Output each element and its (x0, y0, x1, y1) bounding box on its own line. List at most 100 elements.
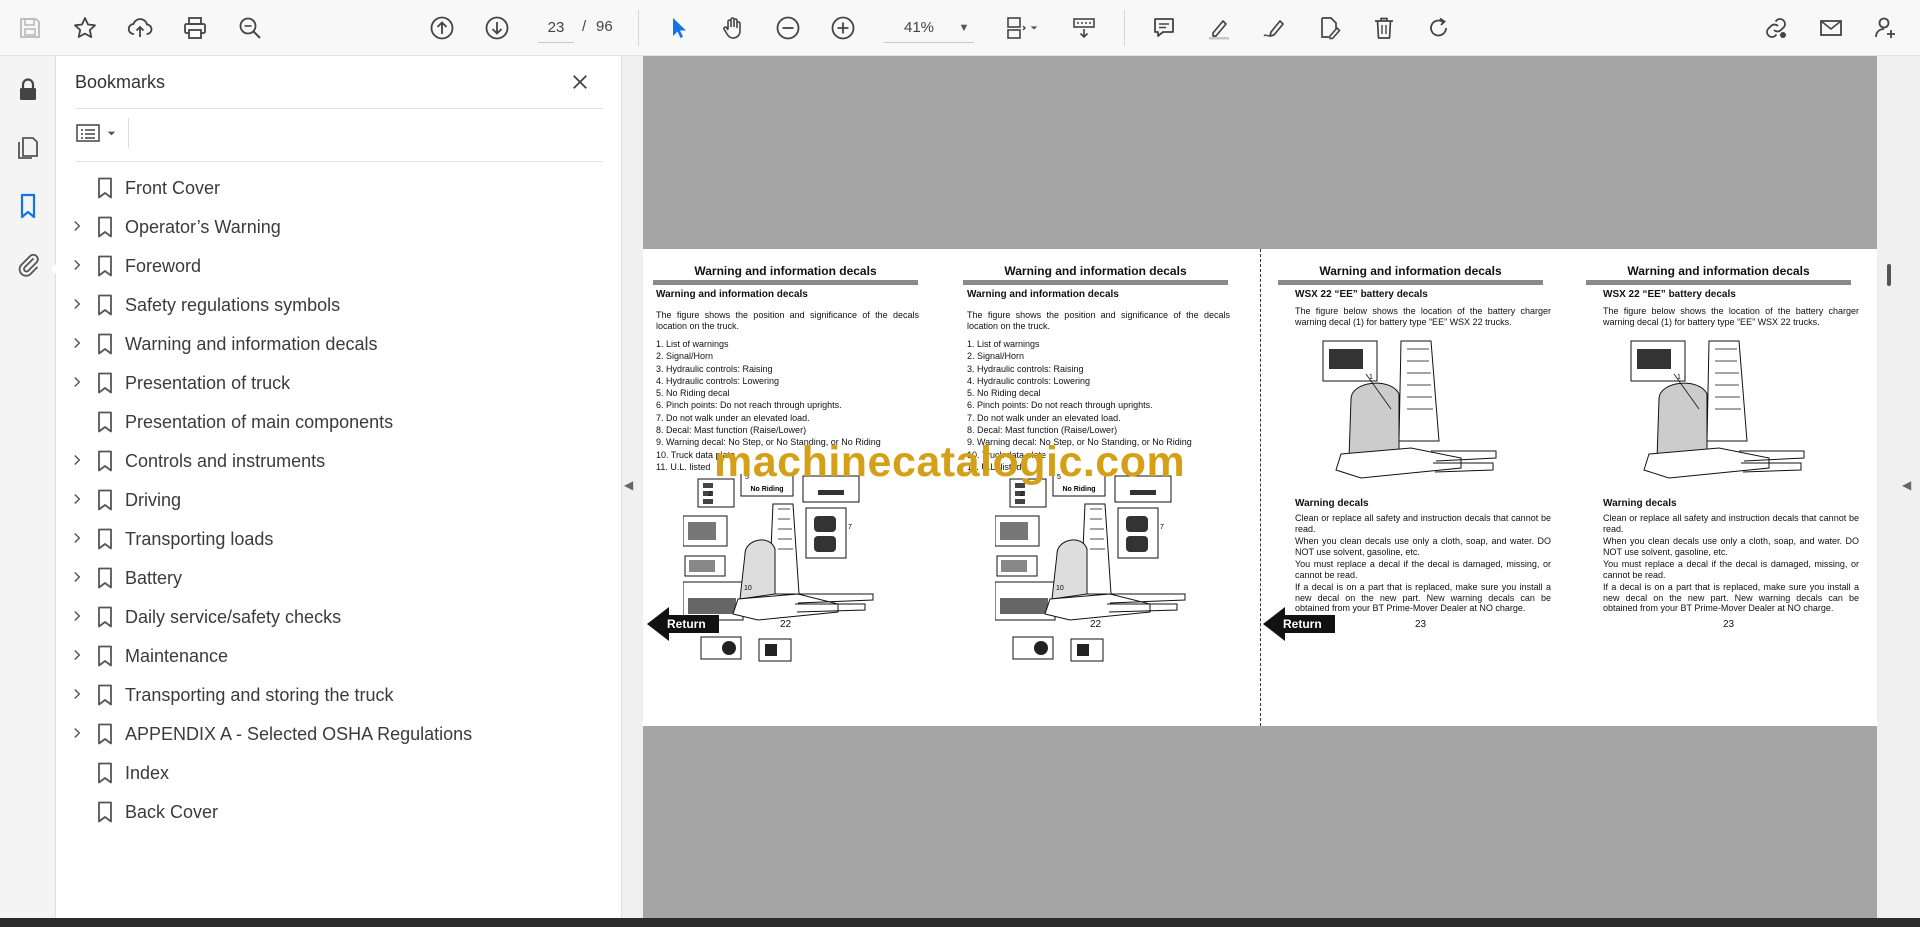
bookmark-icon (98, 489, 112, 511)
paragraph: If a decal is on a part that is replaced… (1603, 582, 1859, 613)
list-item: 5. No Riding decal (967, 388, 1041, 399)
chevron-right-icon[interactable] (70, 648, 84, 662)
rotate-icon[interactable] (1421, 10, 1457, 46)
acrobat-window: / 96 41% ▼ (0, 0, 1920, 927)
bookmark-icon (98, 645, 112, 667)
zoom-out-icon[interactable] (770, 10, 806, 46)
draw-pen-icon[interactable] (1256, 10, 1292, 46)
bookmarks-panel-icon[interactable] (8, 186, 48, 226)
watermark: machinecatalogic.com (714, 438, 1186, 486)
panel-title: Bookmarks (75, 72, 166, 92)
bookmark-item[interactable]: Daily service/safety checks (56, 597, 622, 636)
bookmark-item[interactable]: Battery (56, 558, 622, 597)
email-icon[interactable] (1813, 10, 1849, 46)
select-cursor-icon[interactable] (660, 10, 696, 46)
return-button[interactable]: Return (1263, 607, 1335, 641)
bookmark-item[interactable]: Back Cover (56, 792, 622, 831)
list-item: 1. List of warnings (656, 339, 729, 349)
chevron-right-icon[interactable] (70, 687, 84, 701)
zoom-in-icon[interactable] (825, 10, 861, 46)
print-icon[interactable] (177, 10, 213, 46)
total-pages: 96 (596, 18, 613, 35)
chevron-right-icon[interactable] (70, 336, 84, 350)
bookmark-label: Foreword (125, 256, 202, 276)
bookmark-item[interactable]: Index (56, 753, 622, 792)
chevron-right-icon[interactable] (70, 375, 84, 389)
callout-number: 7 (1160, 524, 1164, 531)
page-thumbnails-icon[interactable] (8, 128, 48, 168)
section-subheading: Warning and information decals (656, 289, 808, 300)
page-23-right: Warning and information decals WSX 22 “E… (1569, 249, 1877, 726)
edit-pdf-icon[interactable] (1311, 10, 1347, 46)
page-number-input[interactable] (538, 13, 574, 43)
bookmark-item[interactable]: Front Cover (56, 168, 622, 207)
callout-number: 2 (708, 491, 712, 498)
add-user-icon[interactable] (1868, 10, 1904, 46)
bookmark-item[interactable]: Operator’s Warning (56, 207, 622, 246)
chevron-right-icon[interactable] (70, 531, 84, 545)
chevron-right-icon[interactable] (70, 297, 84, 311)
scrollbar-thumb[interactable] (1887, 264, 1891, 286)
chevron-right-icon[interactable] (70, 492, 84, 506)
share-link-icon[interactable] (1758, 10, 1794, 46)
close-icon[interactable] (566, 68, 594, 96)
bookmark-item[interactable]: Driving (56, 480, 622, 519)
comment-icon[interactable] (1146, 10, 1182, 46)
paragraph: You must replace a decal if the decal is… (1603, 559, 1859, 580)
upload-icon[interactable] (122, 10, 158, 46)
page-header: Warning and information decals (694, 264, 877, 278)
header-rule (1586, 280, 1851, 285)
bookmark-item[interactable]: Safety regulations symbols (56, 285, 622, 324)
security-lock-icon[interactable] (8, 70, 48, 110)
chevron-right-icon[interactable] (70, 726, 84, 740)
zoom-level-select[interactable]: 41% ▼ (884, 13, 974, 43)
bookmark-item[interactable]: Controls and instruments (56, 441, 622, 480)
bookmark-item[interactable]: Transporting and storing the truck (56, 675, 622, 714)
chevron-right-icon[interactable] (70, 453, 84, 467)
bookmark-item[interactable]: Warning and information decals (56, 324, 622, 363)
page-spread: Warning and information decals Warning a… (643, 249, 1877, 726)
save-icon[interactable] (12, 10, 48, 46)
paragraph: When you clean decals use only a cloth, … (1295, 536, 1551, 557)
battery-decal-figure: 1 (1630, 340, 1805, 479)
bookmark-icon (98, 333, 112, 355)
previous-page-icon[interactable] (424, 10, 460, 46)
bookmark-options-button[interactable] (76, 118, 124, 148)
next-page-icon[interactable] (479, 10, 515, 46)
bookmark-label: Presentation of truck (125, 373, 291, 393)
collapse-panel-icon[interactable]: ◀ (624, 478, 633, 492)
attachments-icon[interactable] (8, 244, 48, 284)
paragraph: Clean or replace all safety and instruct… (1295, 513, 1551, 534)
section-subheading: WSX 22 “EE” battery decals (1603, 289, 1736, 300)
bookmark-icon (98, 255, 112, 277)
callout-number: 10 (744, 585, 752, 592)
star-icon[interactable] (67, 10, 103, 46)
bookmark-item[interactable]: Presentation of main components (56, 402, 622, 441)
hand-tool-icon[interactable] (715, 10, 751, 46)
bookmark-label: APPENDIX A - Selected OSHA Regulations (125, 724, 473, 744)
bookmark-item[interactable]: Maintenance (56, 636, 622, 675)
list-item: 1. List of warnings (967, 339, 1040, 349)
return-button[interactable]: Return (647, 607, 719, 641)
expand-right-panel-icon[interactable]: ◀ (1902, 478, 1911, 492)
chevron-right-icon[interactable] (70, 219, 84, 233)
list-item: 7. Do not walk under an elevated load. (656, 412, 810, 423)
bookmark-icon (98, 567, 112, 589)
zoom-search-icon[interactable] (232, 10, 268, 46)
bookmark-item[interactable]: APPENDIX A - Selected OSHA Regulations (56, 714, 622, 753)
scroll-mode-icon[interactable] (1066, 10, 1102, 46)
bookmark-item[interactable]: Transporting loads (56, 519, 622, 558)
navigation-rail (0, 56, 58, 927)
bookmark-item[interactable]: Foreword (56, 246, 622, 285)
chevron-right-icon[interactable] (70, 570, 84, 584)
delete-trash-icon[interactable] (1366, 10, 1402, 46)
return-label: Return (1283, 617, 1322, 631)
highlight-icon[interactable] (1201, 10, 1237, 46)
bookmark-item[interactable]: Presentation of truck (56, 363, 622, 402)
zoom-value: 41% (903, 19, 935, 36)
chevron-right-icon[interactable] (70, 258, 84, 272)
chevron-right-icon[interactable] (70, 609, 84, 623)
chevron-down-icon[interactable] (1024, 10, 1044, 46)
vertical-scrollbar[interactable] (1885, 56, 1899, 918)
bookmark-icon (98, 801, 112, 823)
